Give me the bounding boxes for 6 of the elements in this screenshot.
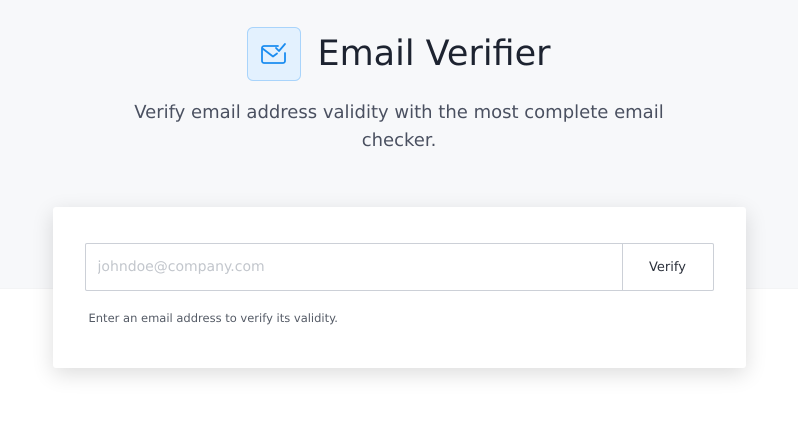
mail-check-icon <box>247 27 302 81</box>
email-input-field[interactable]: johndoe@company.com <box>84 243 622 291</box>
verify-button[interactable]: Verify <box>622 243 714 291</box>
hint-text: Enter an email address to verify its validity. <box>88 311 339 325</box>
page-title: Email Verifier <box>317 34 551 74</box>
page-subtitle: Verify email address validity with the most complete email checker. <box>133 101 665 153</box>
